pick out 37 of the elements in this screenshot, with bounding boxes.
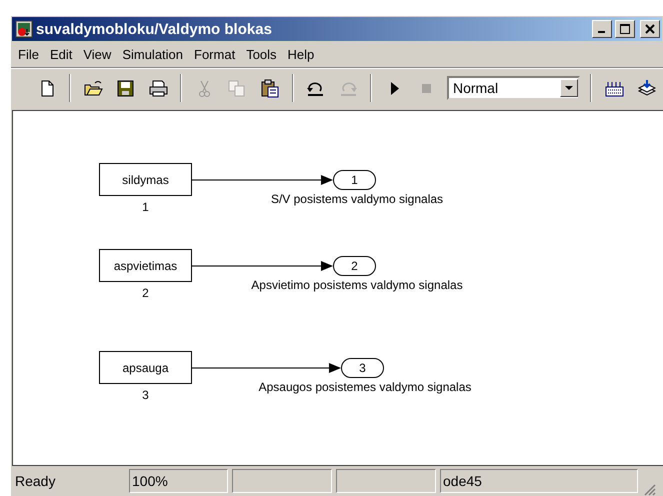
zoom-level: 100% — [132, 473, 168, 489]
print-icon[interactable] — [148, 78, 168, 98]
block-number: 1 — [141, 200, 150, 214]
layers-icon[interactable] — [637, 78, 656, 98]
menu-item[interactable]: Tools — [241, 44, 283, 64]
solver-name: ode45 — [443, 473, 482, 489]
menu-item[interactable]: Format — [189, 44, 242, 64]
save-icon[interactable] — [116, 78, 136, 98]
subsystem-block[interactable]: apsauga — [99, 351, 192, 384]
subsystem-block[interactable]: sildymas — [99, 163, 192, 196]
maximize-icon[interactable] — [620, 24, 630, 34]
minimize-button[interactable] — [592, 20, 612, 38]
mode-dropdown[interactable]: Normal — [446, 76, 580, 100]
open-folder-icon[interactable] — [84, 78, 104, 98]
menu-item[interactable]: Help — [282, 44, 320, 64]
status-message: Ready — [15, 473, 56, 489]
signal-label: Apsvietimo posistems valdymo signalas — [251, 278, 463, 292]
block-number: 2 — [141, 286, 150, 300]
menu-item[interactable]: File — [13, 44, 45, 64]
menu-item[interactable]: Simulation — [117, 44, 190, 64]
dropdown-arrow-icon[interactable] — [565, 86, 574, 90]
outport-block[interactable]: 3 — [341, 358, 384, 378]
window-title: suvaldymobloku/Valdymo blokas — [36, 20, 273, 38]
close-icon[interactable] — [645, 24, 655, 34]
outport-block[interactable]: 1 — [333, 170, 376, 190]
app-icon — [15, 20, 33, 38]
menu-item[interactable]: Edit — [44, 44, 78, 64]
resize-grip-icon[interactable] — [642, 482, 656, 496]
close-button[interactable] — [640, 20, 660, 38]
menu-item[interactable]: View — [78, 44, 118, 64]
paste-icon[interactable] — [260, 78, 279, 98]
maximize-button[interactable] — [615, 20, 635, 38]
signal-label: Apsaugos posistemes valdymo signalas — [258, 380, 472, 394]
block-number: 3 — [141, 388, 150, 402]
subsystem-block[interactable]: aspvietimas — [99, 249, 192, 282]
outport-block[interactable]: 2 — [333, 256, 376, 276]
signal-label: S/V posistems valdymo signalas — [270, 192, 444, 206]
